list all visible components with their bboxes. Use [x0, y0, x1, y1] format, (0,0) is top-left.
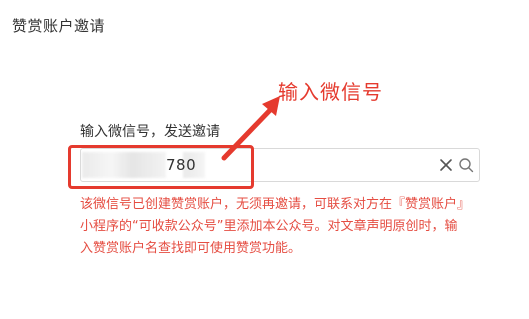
close-icon[interactable]	[438, 157, 454, 173]
page-title: 赞赏账户邀请	[12, 17, 106, 35]
error-message: 该微信号已创建赞赏账户，无须再邀请，可联系对方在『赞赏账户』小程序的“可收款公众…	[80, 197, 464, 256]
search-icon[interactable]	[458, 157, 474, 173]
wechat-id-label: 输入微信号，发送邀请	[80, 124, 220, 140]
highlight-frame	[68, 145, 254, 189]
invite-page: 赞赏账户邀请 输入微信号，发送邀请 780 输入微信号 该微信号已创建赞赏账户，…	[0, 0, 529, 319]
annotation-label: 输入微信号	[278, 80, 383, 104]
